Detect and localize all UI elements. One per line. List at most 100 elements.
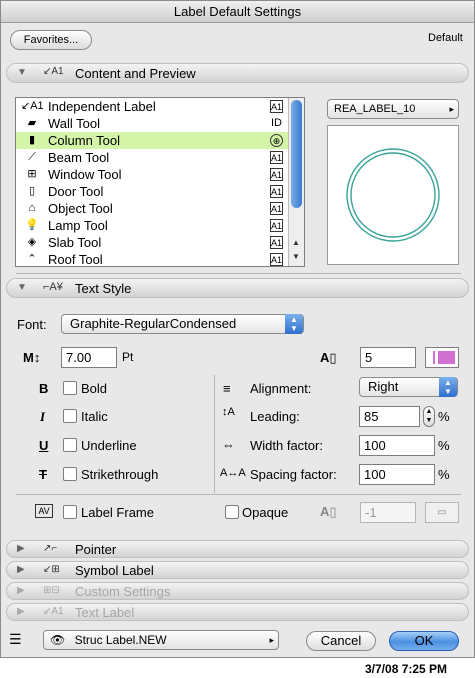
strikethrough-checkbox[interactable]	[63, 467, 77, 481]
preview-circle-icon	[346, 148, 440, 242]
pointer-icon: ↗⌐	[43, 543, 58, 554]
text-size-field[interactable]: 7.00	[61, 347, 117, 368]
list-item[interactable]: ▮ Column Tool ⊕	[16, 132, 304, 149]
spacing-factor-label: Spacing factor:	[250, 467, 337, 482]
content-preview-icon: ↙A1	[43, 66, 64, 77]
leading-icon: ↕A	[222, 406, 235, 418]
label-frame-icon: AV	[35, 504, 53, 518]
strikethrough-label: Strikethrough	[81, 467, 159, 482]
section-symbol-label[interactable]: ▶ ↙⊞ Symbol Label	[6, 561, 469, 579]
alignment-icon: ≡	[223, 381, 231, 396]
list-item[interactable]: ◈ Slab Tool A1	[16, 234, 304, 251]
section-symbol-label-label: Symbol Label	[75, 563, 154, 578]
scroll-down-icon[interactable]: ▼	[292, 252, 300, 261]
list-item[interactable]: ⟋ Beam Tool A1	[16, 149, 304, 166]
pen-icon: A▯	[320, 350, 337, 365]
disclosure-closed-icon[interactable]: ▶	[17, 606, 25, 617]
window-title: Label Default Settings	[1, 1, 474, 23]
width-factor-field[interactable]: 100	[359, 435, 435, 456]
label-icon: A1	[270, 253, 283, 266]
bold-label: Bold	[81, 381, 108, 396]
id-icon: ID	[271, 117, 282, 129]
width-factor-label: Width factor:	[250, 438, 323, 453]
section-custom-settings[interactable]: ▶ ⊞⊟ Custom Settings	[6, 582, 469, 600]
italic-label: Italic	[81, 409, 108, 424]
pen-color-swatch[interactable]	[425, 347, 459, 368]
scroll-up-icon[interactable]: ▲	[292, 238, 300, 247]
label-frame-label: Label Frame	[81, 505, 154, 520]
scroll-thumb[interactable]	[291, 100, 302, 208]
list-item[interactable]: ⌂ Object Tool A1	[16, 200, 304, 217]
custom-settings-icon: ⊞⊟	[43, 585, 60, 596]
bold-checkbox[interactable]	[63, 381, 77, 395]
section-text-label[interactable]: ▶ ↙A1 Text Label	[6, 603, 469, 621]
list-item[interactable]: ⌃ Roof Tool A1	[16, 251, 304, 266]
section-pointer-label: Pointer	[75, 542, 117, 557]
ok-button[interactable]: OK	[389, 631, 459, 651]
opaque-checkbox[interactable]	[225, 505, 239, 519]
disclosure-open-icon[interactable]: ▼	[17, 67, 27, 78]
pen-number-field[interactable]: 5	[360, 347, 416, 368]
roof-tool-icon: ⌃	[27, 253, 37, 265]
text-style-icon: ⌐A¥	[43, 281, 63, 293]
label-icon: A1	[270, 236, 283, 249]
underline-checkbox[interactable]	[63, 438, 77, 452]
symbol-icon: ⊕	[270, 134, 283, 147]
width-factor-icon: ⇔	[222, 437, 235, 452]
underline-label: Underline	[81, 438, 137, 453]
default-label: Default	[428, 32, 463, 44]
tool-list-scrollbar[interactable]: ▲ ▼	[288, 98, 304, 266]
disclosure-closed-icon[interactable]: ▶	[17, 543, 25, 554]
label-frame-checkbox[interactable]	[63, 505, 77, 519]
list-item[interactable]: ↙A1 Independent Label A1	[16, 98, 304, 115]
label-icon: A1	[270, 219, 283, 232]
opaque-pen-field[interactable]: -1	[360, 502, 416, 523]
disclosure-closed-icon[interactable]: ▶	[17, 564, 25, 575]
column-tool-icon: ▮	[28, 134, 36, 146]
popup-arrow-icon: ▸	[449, 104, 454, 114]
italic-icon: I	[40, 409, 46, 424]
label-icon: A1	[270, 168, 283, 181]
spacing-factor-field[interactable]: 100	[359, 464, 435, 485]
leading-stepper[interactable]: ▲ ▼	[423, 406, 435, 427]
percent-label: %	[438, 409, 450, 424]
bold-icon: B	[39, 381, 49, 396]
list-item[interactable]: 💡 Lamp Tool A1	[16, 217, 304, 234]
leading-field[interactable]: 85	[359, 406, 420, 427]
popup-arrow-icon: ▸	[269, 635, 274, 645]
underline-icon: U	[39, 438, 49, 453]
cancel-button[interactable]: Cancel	[306, 631, 376, 651]
list-item[interactable]: ⊞ Window Tool A1	[16, 166, 304, 183]
beam-tool-icon: ⟋	[28, 151, 36, 163]
layer-select[interactable]: 👁 Struc Label.NEW ▸	[43, 630, 279, 650]
symbol-label-icon: ↙⊞	[43, 564, 60, 575]
divider	[16, 494, 461, 495]
label-name-popup[interactable]: REA_LABEL_10 ▸	[327, 99, 459, 119]
lamp-tool-icon: 💡	[25, 219, 39, 231]
font-select[interactable]: Graphite-RegularCondensed ▲ ▼	[61, 314, 304, 334]
disclosure-open-icon[interactable]: ▼	[17, 282, 27, 293]
tool-list[interactable]: ↙A1 Independent Label A1 ▰ Wall Tool ID …	[15, 97, 305, 267]
leading-label: Leading:	[250, 409, 300, 424]
section-pointer[interactable]: ▶ ↗⌐ Pointer	[6, 540, 469, 558]
background-color-swatch[interactable]: ▭	[425, 502, 459, 523]
favorites-button[interactable]: Favorites...	[10, 30, 92, 50]
section-content-preview[interactable]: ▼ ↙A1 Content and Preview	[6, 63, 469, 83]
opaque-label: Opaque	[242, 505, 289, 520]
size-unit-label: Pt	[122, 350, 134, 364]
spacing-factor-icon: A↔A	[220, 467, 246, 479]
list-item[interactable]: ▰ Wall Tool ID	[16, 115, 304, 132]
eye-icon: 👁	[50, 633, 66, 647]
label-icon: A1	[270, 202, 283, 215]
section-text-style-label: Text Style	[75, 281, 132, 296]
wall-tool-icon: ▰	[27, 117, 37, 129]
disclosure-closed-icon[interactable]: ▶	[17, 585, 25, 596]
alignment-select[interactable]: Right ▲ ▼	[359, 377, 458, 397]
vertical-divider	[214, 375, 215, 493]
italic-checkbox[interactable]	[63, 409, 77, 423]
popup-arrows-icon: ▲ ▼	[439, 377, 457, 397]
list-item[interactable]: ▯ Door Tool A1	[16, 183, 304, 200]
label-preview	[327, 125, 459, 265]
section-text-style[interactable]: ▼ ⌐A¥ Text Style	[6, 278, 469, 298]
label-icon: A1	[270, 151, 283, 164]
